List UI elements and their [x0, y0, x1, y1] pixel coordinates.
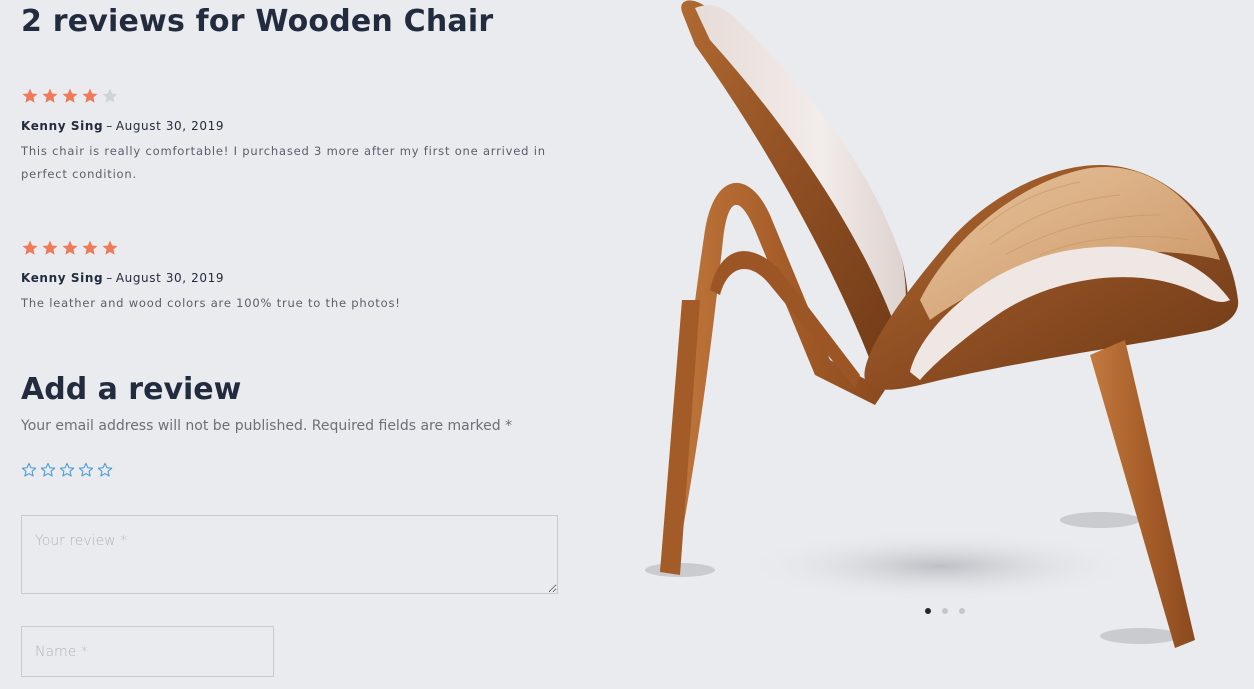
product-image — [620, 0, 1254, 689]
star-filled-icon — [41, 87, 59, 105]
gallery-dot[interactable] — [959, 608, 965, 614]
gallery-dot[interactable] — [925, 608, 931, 614]
star-filled-icon — [21, 87, 39, 105]
review-author: Kenny Sing — [21, 119, 104, 133]
review-textarea[interactable] — [21, 515, 558, 594]
gallery-pagination — [925, 608, 965, 614]
review-date: August 30, 2019 — [115, 271, 225, 285]
review-text: This chair is really comfortable! I purc… — [21, 144, 546, 181]
rating-star-icon[interactable] — [59, 462, 75, 478]
rating-star-icon[interactable] — [97, 462, 113, 478]
star-filled-icon — [81, 87, 99, 105]
rating-star-icon[interactable] — [21, 462, 37, 478]
wooden-chair-image — [645, 0, 1239, 648]
star-empty-icon — [101, 87, 119, 105]
rating-star-icon[interactable] — [40, 462, 56, 478]
gallery-dot[interactable] — [942, 608, 948, 614]
name-input[interactable] — [21, 626, 274, 677]
review-text: The leather and wood colors are 100% tru… — [21, 296, 401, 310]
add-review-title: Add a review — [21, 372, 242, 407]
star-rating — [21, 86, 581, 106]
review-item: Kenny Sing – August 30, 2019 The leather a… — [21, 238, 581, 315]
review-meta-separator: – — [106, 119, 113, 133]
star-filled-icon — [41, 239, 59, 257]
rating-input[interactable] — [21, 462, 113, 478]
star-filled-icon — [21, 239, 39, 257]
star-filled-icon — [81, 239, 99, 257]
review-item: Kenny Sing – August 30, 2019 This chair is… — [21, 86, 581, 186]
star-rating — [21, 238, 581, 258]
required-fields-notice: Your email address will not be published… — [21, 418, 513, 434]
reviews-title: 2 reviews for Wooden Chair — [21, 4, 494, 39]
review-meta: Kenny Sing – August 30, 2019 — [21, 271, 581, 285]
star-filled-icon — [61, 87, 79, 105]
star-filled-icon — [101, 239, 119, 257]
rating-star-icon[interactable] — [78, 462, 94, 478]
review-meta-separator: – — [106, 271, 113, 285]
star-filled-icon — [61, 239, 79, 257]
review-author: Kenny Sing — [21, 271, 104, 285]
review-date: August 30, 2019 — [115, 119, 225, 133]
review-meta: Kenny Sing – August 30, 2019 — [21, 119, 581, 133]
